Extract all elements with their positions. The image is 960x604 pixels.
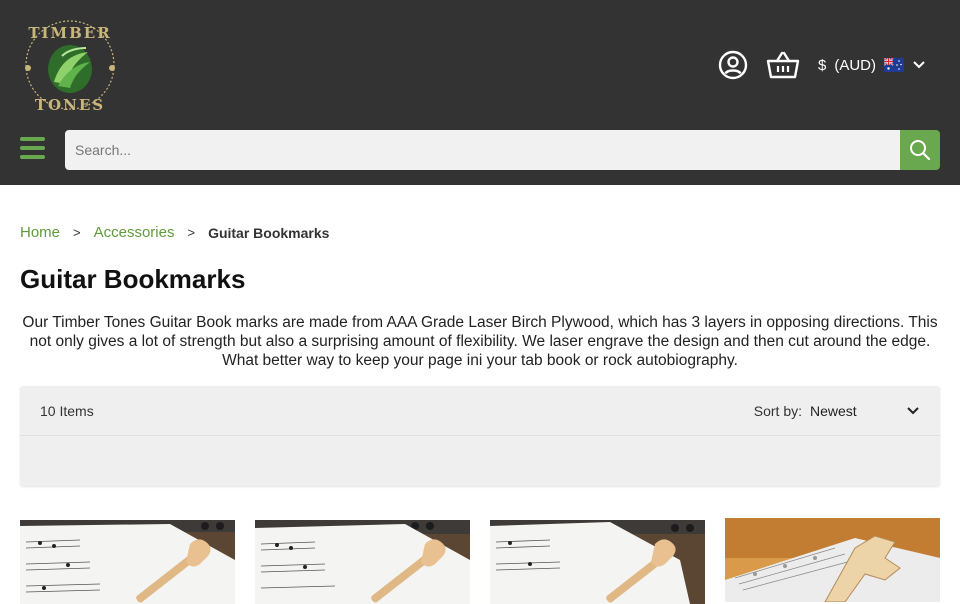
product-card[interactable] (725, 518, 940, 602)
cart-button[interactable] (766, 48, 800, 82)
category-description: Our Timber Tones Guitar Book marks are m… (22, 314, 938, 369)
guitar-bookmark-acoustic-photo (490, 520, 705, 604)
svg-text:TIMBER: TIMBER (28, 24, 111, 42)
hamburger-menu-icon[interactable] (20, 137, 45, 161)
account-button[interactable] (716, 48, 750, 82)
breadcrumb: Home > Accessories > Guitar Bookmarks (20, 224, 329, 241)
search-icon (910, 140, 931, 161)
australia-flag-icon (884, 58, 904, 72)
sort-value: Newest (810, 402, 857, 419)
chevron-down-icon (913, 61, 925, 69)
currency-code: (AUD) (834, 56, 876, 74)
guitar-bookmark-acoustic-photo (255, 520, 470, 604)
item-count: 10 Items (40, 402, 94, 419)
currency-symbol: $ (817, 56, 827, 74)
sort-label: Sort by: (753, 402, 802, 419)
sort-control: Sort by: Newest (754, 403, 920, 419)
product-card[interactable] (20, 520, 235, 604)
breadcrumb-home[interactable]: Home (20, 224, 60, 241)
site-header: TIMBER TONES $ (AUD) Search... (0, 0, 960, 185)
header-actions: $ (AUD) (716, 48, 926, 82)
search-button[interactable] (900, 130, 940, 170)
currency-selector[interactable]: $ (AUD) (818, 57, 926, 74)
search-bar (65, 130, 940, 170)
chevron-down-icon (907, 406, 919, 414)
guitar-bookmark-electric-photo (725, 518, 940, 602)
basket-icon (766, 51, 800, 79)
product-card[interactable] (490, 520, 705, 604)
breadcrumb-accessories[interactable]: Accessories (94, 224, 175, 241)
svg-text:TONES: TONES (35, 96, 105, 114)
search-input[interactable] (65, 130, 900, 170)
sort-select[interactable]: Newest (810, 403, 920, 419)
page-title: Guitar Bookmarks (20, 264, 246, 294)
breadcrumb-current: Guitar Bookmarks (208, 224, 330, 241)
product-grid (20, 518, 940, 604)
breadcrumb-separator: > (187, 225, 196, 240)
user-circle-icon (718, 50, 748, 80)
product-toolbar: 10 Items Sort by: Newest (20, 386, 940, 486)
product-card[interactable] (255, 520, 470, 604)
guitar-bookmark-acoustic-photo (20, 520, 235, 604)
breadcrumb-separator: > (73, 225, 81, 240)
timber-tones-logo[interactable]: TIMBER TONES (20, 12, 120, 118)
